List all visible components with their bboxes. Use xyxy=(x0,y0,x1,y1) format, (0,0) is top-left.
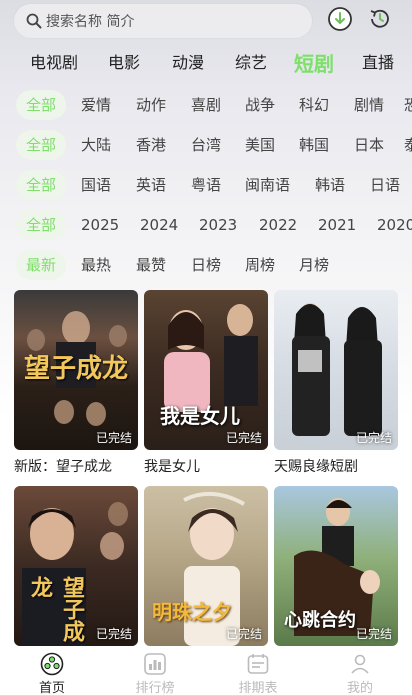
sort-filter-item[interactable]: 月榜 xyxy=(299,250,329,280)
history-icon[interactable] xyxy=(367,6,393,32)
search-icon xyxy=(26,13,42,29)
status-badge: 已完结 xyxy=(225,627,262,641)
genre-filter-row: 全部 爱情 动作 喜剧 战争 科幻 剧情 恐 xyxy=(0,90,412,122)
card-title: 新版：望子成龙 xyxy=(14,459,112,475)
poster-image: 望子成龙 已完结 xyxy=(14,486,138,646)
drama-card[interactable]: 明珠之夕 已完结 xyxy=(144,486,268,652)
tab-tv[interactable]: 电视剧 xyxy=(30,49,78,73)
poster-image: 已完结 xyxy=(274,290,398,450)
drama-card[interactable]: 心跳合约 已完结 xyxy=(274,486,398,652)
download-icon[interactable] xyxy=(327,6,353,32)
home-icon xyxy=(40,652,64,676)
region-filter-item[interactable]: 大陆 xyxy=(81,130,111,160)
year-filter-row: 全部 2025 2024 2023 2022 2021 2020 xyxy=(0,210,412,242)
sort-filter-item[interactable]: 最赞 xyxy=(136,250,166,280)
language-filter-row: 全部 国语 英语 粤语 闽南语 韩语 日语 xyxy=(0,170,412,202)
language-filter-item[interactable]: 日语 xyxy=(370,170,400,200)
status-badge: 已完结 xyxy=(95,431,132,445)
poster-image: 心跳合约 已完结 xyxy=(274,486,398,646)
region-filter-item[interactable]: 泰 xyxy=(404,130,412,160)
chart-icon xyxy=(144,653,166,675)
profile-icon xyxy=(351,654,369,674)
tab-movie[interactable]: 电影 xyxy=(108,49,140,73)
status-badge: 已完结 xyxy=(355,627,392,641)
year-filter-item[interactable]: 2023 xyxy=(199,210,237,240)
nav-schedule[interactable]: 排期表 xyxy=(228,652,288,696)
region-filter-item[interactable]: 香港 xyxy=(136,130,166,160)
drama-card[interactable]: 望子成龙 已完结 新版：望子成龙 xyxy=(14,290,138,476)
region-filter-row: 全部 大陆 香港 台湾 美国 韩国 日本 泰 xyxy=(0,130,412,162)
tab-live[interactable]: 直播 xyxy=(362,49,394,73)
bottom-nav: 首页 排行榜 排期表 我的 xyxy=(0,650,412,696)
tab-short-drama[interactable]: 短剧 xyxy=(294,48,334,77)
genre-filter-item[interactable]: 动作 xyxy=(136,90,166,120)
nav-ranking-label: 排行榜 xyxy=(135,681,175,696)
year-filter-item[interactable]: 2025 xyxy=(81,210,119,240)
calendar-icon xyxy=(247,654,269,674)
category-tabs: 电视剧 电影 动漫 综艺 短剧 直播 xyxy=(0,44,412,78)
language-filter-item[interactable]: 国语 xyxy=(81,170,111,200)
status-badge: 已完结 xyxy=(95,627,132,641)
region-filter-item[interactable]: 美国 xyxy=(245,130,275,160)
region-filter-item[interactable]: 韩国 xyxy=(299,130,329,160)
card-title: 天赐良缘短剧 xyxy=(274,459,358,475)
poster-image: 我是女儿 已完结 xyxy=(144,290,268,450)
poster-title-text: 明珠之夕 xyxy=(152,600,232,624)
status-badge: 已完结 xyxy=(355,431,392,445)
genre-filter-item[interactable]: 剧情 xyxy=(354,90,384,120)
poster-art xyxy=(292,303,382,436)
region-filter-all[interactable]: 全部 xyxy=(16,130,67,160)
language-filter-item[interactable]: 韩语 xyxy=(315,170,345,200)
sort-filter-item[interactable]: 周榜 xyxy=(245,250,275,280)
sort-filter-item[interactable]: 最热 xyxy=(81,250,111,280)
nav-ranking[interactable]: 排行榜 xyxy=(125,652,185,696)
language-filter-item[interactable]: 闽南语 xyxy=(245,170,290,200)
genre-filter-item[interactable]: 恐 xyxy=(404,90,412,120)
sort-filter-item[interactable]: 日榜 xyxy=(191,250,221,280)
genre-filter-item[interactable]: 战争 xyxy=(245,90,275,120)
sort-filter-latest[interactable]: 最新 xyxy=(16,250,67,280)
genre-filter-item[interactable]: 爱情 xyxy=(81,90,111,120)
genre-filter-all[interactable]: 全部 xyxy=(16,90,67,120)
year-filter-item[interactable]: 2022 xyxy=(259,210,297,240)
year-filter-item[interactable]: 2024 xyxy=(140,210,178,240)
sort-filter-row: 最新 最热 最赞 日榜 周榜 月榜 xyxy=(0,250,412,282)
poster-title-text: 心跳合约 xyxy=(284,610,356,631)
nav-home[interactable]: 首页 xyxy=(22,652,82,696)
language-filter-item[interactable]: 英语 xyxy=(136,170,166,200)
nav-schedule-label: 排期表 xyxy=(238,681,278,696)
year-filter-item[interactable]: 2020 xyxy=(377,210,412,240)
card-title: 我是女儿 xyxy=(144,459,200,475)
year-filter-all[interactable]: 全部 xyxy=(16,210,67,240)
status-badge: 已完结 xyxy=(225,431,262,445)
search-placeholder: 搜索名称 简介 xyxy=(46,14,135,30)
poster-title-text: 望子成龙 xyxy=(24,354,129,384)
nav-home-label: 首页 xyxy=(38,681,65,696)
language-filter-item[interactable]: 粤语 xyxy=(191,170,221,200)
nav-profile[interactable]: 我的 xyxy=(330,652,390,696)
poster-image: 明珠之夕 已完结 xyxy=(144,486,268,646)
genre-filter-item[interactable]: 喜剧 xyxy=(191,90,221,120)
year-filter-item[interactable]: 2021 xyxy=(318,210,356,240)
poster-image: 望子成龙 已完结 xyxy=(14,290,138,450)
language-filter-all[interactable]: 全部 xyxy=(16,170,67,200)
drama-card[interactable]: 望子成龙 已完结 xyxy=(14,486,138,652)
region-filter-item[interactable]: 日本 xyxy=(354,130,384,160)
nav-profile-label: 我的 xyxy=(346,681,373,696)
tab-variety[interactable]: 综艺 xyxy=(235,49,267,73)
search-input[interactable]: 搜索名称 简介 xyxy=(14,4,312,38)
genre-filter-item[interactable]: 科幻 xyxy=(299,90,329,120)
drama-card[interactable]: 我是女儿 已完结 我是女儿 xyxy=(144,290,268,476)
poster-title-text: 我是女儿 xyxy=(160,404,240,428)
drama-card[interactable]: 已完结 天赐良缘短剧 xyxy=(274,290,398,476)
tab-anime[interactable]: 动漫 xyxy=(172,49,204,73)
region-filter-item[interactable]: 台湾 xyxy=(191,130,221,160)
poster-title-text: 望子成龙 xyxy=(27,576,85,642)
